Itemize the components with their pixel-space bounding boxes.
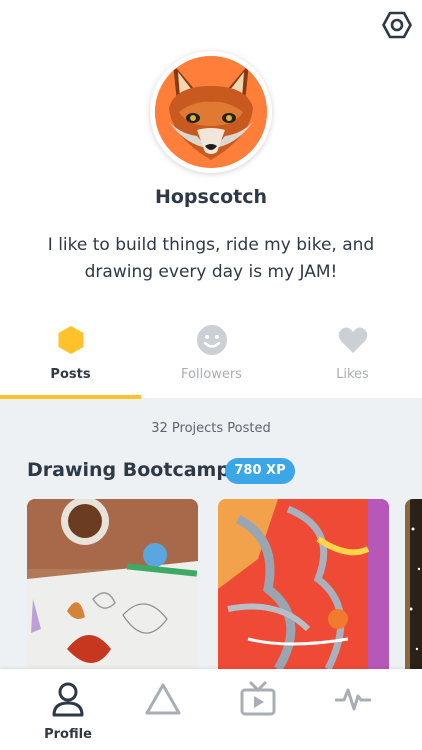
settings-button[interactable] (382, 10, 412, 40)
tab-followers[interactable]: Followers (141, 320, 282, 400)
project-card-paint-splash[interactable] (218, 499, 389, 669)
hexagon-icon (55, 324, 87, 356)
nav-profile-label: Profile (44, 727, 92, 742)
avatar[interactable] (150, 51, 272, 173)
profile-tabs: Posts Followers Likes (0, 320, 422, 400)
nav-videos[interactable] (210, 669, 306, 750)
username: Hopscotch (154, 186, 268, 208)
tab-likes-label: Likes (336, 367, 369, 382)
heart-icon (337, 324, 369, 356)
tab-posts-label: Posts (50, 367, 91, 382)
section-title: Drawing Bootcamp (27, 459, 230, 481)
projects-count: 32 Projects Posted (151, 421, 271, 436)
tab-followers-label: Followers (181, 367, 242, 382)
posts-content: 32 Projects Posted Drawing Bootcamp 780 … (0, 399, 422, 669)
nav-profile[interactable]: Profile (20, 669, 116, 750)
tab-likes[interactable]: Likes (282, 320, 422, 400)
project-card-leaf-drawing[interactable] (27, 499, 198, 669)
project-card-partial[interactable] (405, 499, 422, 669)
tv-play-icon (240, 681, 276, 717)
tab-posts[interactable]: Posts (0, 320, 141, 400)
triangle-icon (145, 681, 181, 717)
bio-text: I like to build things, ride my bike, an… (47, 235, 375, 282)
fox-avatar-image (155, 56, 267, 168)
nav-create[interactable] (115, 669, 211, 750)
person-icon (50, 681, 86, 717)
activity-icon (335, 681, 371, 717)
nav-activity[interactable] (305, 669, 401, 750)
smiley-icon (196, 324, 228, 356)
bottom-navigation: Profile (0, 669, 422, 750)
hexagon-settings-icon (382, 11, 412, 39)
xp-badge: 780 XP (225, 458, 295, 484)
